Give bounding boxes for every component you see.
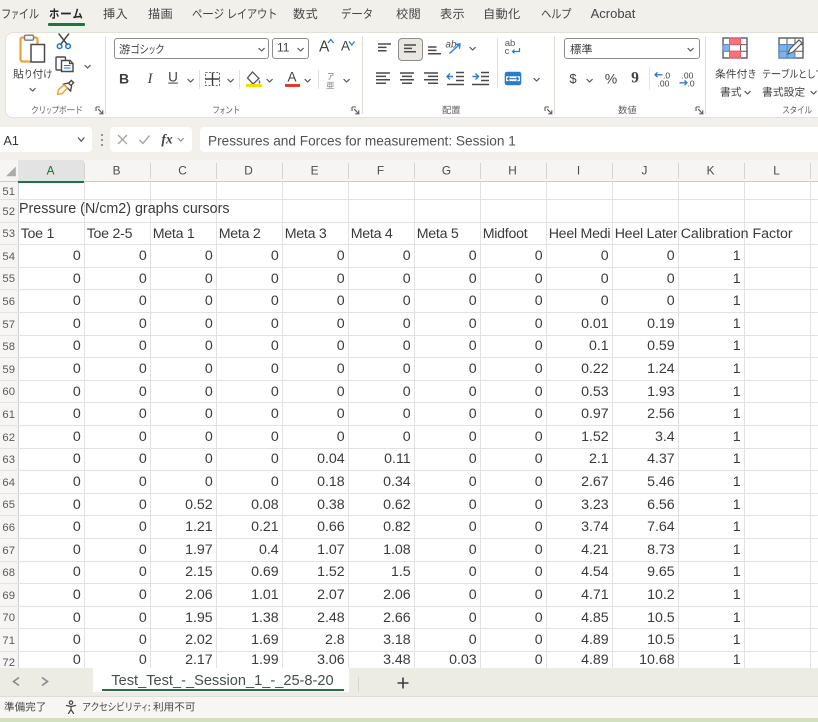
svg-text:.0: .0: [688, 79, 695, 88]
svg-text:.00: .00: [658, 79, 670, 88]
